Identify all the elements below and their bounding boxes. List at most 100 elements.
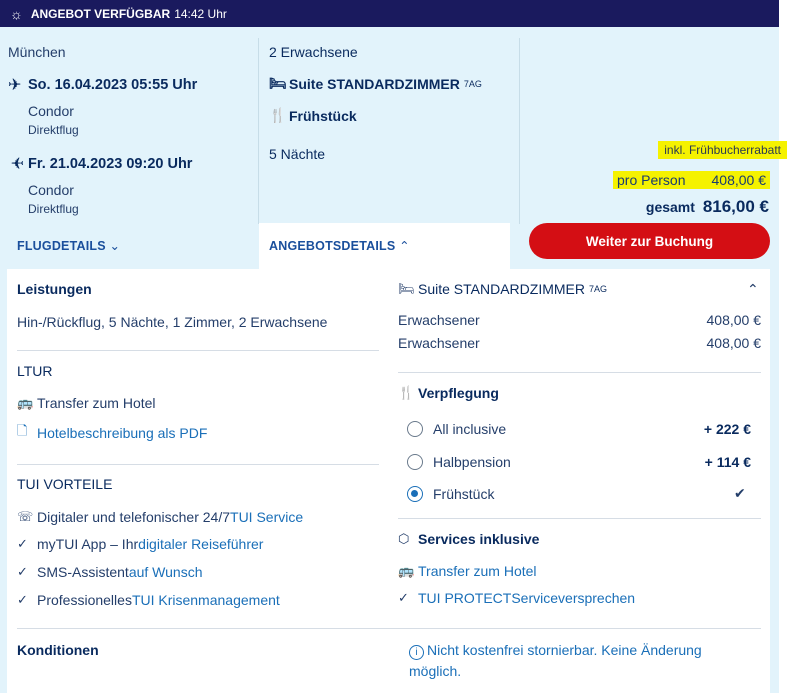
room-row-label: Erwachsener xyxy=(398,335,480,351)
offer-details-link[interactable]: ANGEBOTSDETAILS ⌃ xyxy=(269,238,410,253)
divider xyxy=(17,350,379,351)
benefit-text: SMS-Assistent xyxy=(37,564,129,580)
board-title-label: Verpflegung xyxy=(418,385,499,401)
board-option-label: All inclusive xyxy=(433,421,507,437)
flight-details-label: FLUGDETAILS xyxy=(17,239,106,253)
travellers: 2 Erwachsene xyxy=(269,44,358,60)
benefit-text: Digitaler und telefonischer 24/7 xyxy=(37,509,231,525)
services-summary: Hin-/Rückflug, 5 Nächte, 1 Zimmer, 2 Erw… xyxy=(17,314,328,330)
included-transfer-label: Transfer zum Hotel xyxy=(418,563,537,579)
tui-benefits-title: TUI VORTEILE xyxy=(17,476,113,492)
total-price: gesamt 816,00 € xyxy=(646,197,769,217)
check-icon: ✓ xyxy=(17,592,28,607)
benefit-text: myTUI App – Ihr xyxy=(37,536,139,552)
offer-board: Frühstück xyxy=(289,107,357,124)
offer-available-title: ANGEBOT VERFÜGBAR xyxy=(30,6,171,21)
tui-benefit-item: ✓ Professionelles TUI Krisenmanagement xyxy=(17,592,280,608)
benefit-link[interactable]: TUI Service xyxy=(230,509,303,525)
chevron-down-icon: ⌄ xyxy=(109,239,121,253)
divider xyxy=(398,518,761,519)
early-booking-badge: inkl. Frühbucherrabatt xyxy=(658,141,787,159)
conditions-text-label: Nicht kostenfrei stornierbar. Keine Ände… xyxy=(409,642,702,679)
offer-available-bar: ☼ ANGEBOT VERFÜGBAR 14:42 Uhr xyxy=(0,0,779,27)
outbound-type: Direktflug xyxy=(28,123,79,137)
ltur-transfer: 🚌 Transfer zum Hotel xyxy=(17,395,156,411)
inbound-date: Fr. 21.04.2023 09:20 Uhr xyxy=(28,156,193,172)
inbound-type: Direktflug xyxy=(28,202,79,216)
tui-protect-link[interactable]: TUI PROTECT xyxy=(418,590,511,606)
total-label: gesamt xyxy=(645,199,695,215)
radio-button[interactable] xyxy=(407,454,423,470)
total-value: 816,00 € xyxy=(702,197,769,216)
board-option-all-inclusive[interactable]: All inclusive xyxy=(407,421,506,437)
cutlery-icon: 🍴 xyxy=(269,107,287,123)
divider xyxy=(519,38,520,224)
per-person-label: pro Person xyxy=(617,172,686,188)
benefit-link[interactable]: TUI Krisenmanagement xyxy=(132,592,280,608)
benefit-text: Professionelles xyxy=(37,592,132,608)
info-icon: i xyxy=(409,645,424,660)
offer-details-label: ANGEBOTSDETAILS xyxy=(269,239,396,253)
offer-panel: München ✈ So. 16.04.2023 05:55 Uhr Condo… xyxy=(0,27,787,693)
bus-icon: 🚌 xyxy=(398,563,415,578)
price-per-person: pro Person 408,00 € xyxy=(613,171,770,189)
divider xyxy=(398,372,761,373)
board-option-price: + 222 € xyxy=(703,421,751,437)
board-option-half-board[interactable]: Halbpension xyxy=(407,454,511,470)
inbound-airline: Condor xyxy=(28,182,74,198)
flight-summary: München ✈ So. 16.04.2023 05:55 Uhr Condo… xyxy=(8,44,248,216)
offer-summary: 2 Erwachsene 🛏 Suite STANDARDZIMMER 7AG … xyxy=(269,44,514,162)
included-transfer-link[interactable]: 🚌 Transfer zum Hotel xyxy=(398,563,537,579)
tui-protect: ✓ TUI PROTECT Serviceversprechen xyxy=(398,590,635,606)
board-option-label: Frühstück xyxy=(433,486,495,502)
benefit-link[interactable]: auf Wunsch xyxy=(129,564,203,580)
continue-booking-button[interactable]: Weiter zur Buchung xyxy=(529,223,770,259)
origin-city: München xyxy=(8,44,66,60)
check-icon: ✓ xyxy=(17,564,28,579)
plane-inbound-icon: ✈ xyxy=(10,156,24,173)
hotel-pdf-label: Hotelbeschreibung als PDF xyxy=(37,425,208,441)
bed-icon: 🛏 xyxy=(269,75,287,91)
conditions-title: Konditionen xyxy=(17,642,99,658)
room-row-price: 408,00 € xyxy=(706,335,762,351)
plane-outbound-icon: ✈ xyxy=(8,77,22,94)
per-person-value: 408,00 € xyxy=(711,172,767,188)
conditions-text: i Nicht kostenfrei stornierbar. Keine Änd… xyxy=(409,640,739,682)
check-icon: ✓ xyxy=(398,590,409,605)
room-row-price: 408,00 € xyxy=(706,312,762,328)
services-title: Leistungen xyxy=(17,281,92,297)
tui-benefit-item: ☏ Digitaler und telefonischer 24/7 TUI S… xyxy=(17,509,303,525)
radio-button-selected[interactable] xyxy=(407,486,423,502)
flight-details-link[interactable]: FLUGDETAILS ⌄ xyxy=(17,238,120,253)
offer-room-code: 7AG xyxy=(463,78,482,89)
radio-button[interactable] xyxy=(407,421,423,437)
check-circle-icon: ✔︎ xyxy=(734,485,746,501)
offer-time: 14:42 Uhr xyxy=(174,6,227,21)
tui-benefit-item: ✓ SMS-Assistent auf Wunsch xyxy=(17,564,202,580)
package-icon: ⬡ xyxy=(398,531,410,546)
chevron-up-icon[interactable]: ⌃ xyxy=(747,281,759,298)
room-row-label: Erwachsener xyxy=(398,312,480,328)
room-code: 7AG xyxy=(588,284,607,294)
check-icon: ✓ xyxy=(17,536,28,551)
board-option-breakfast[interactable]: Frühstück xyxy=(407,486,494,502)
room-header[interactable]: 🛏 Suite STANDARDZIMMER 7AG xyxy=(398,281,607,297)
tui-benefit-item: ✓ myTUI App – Ihr digitaler Reiseführer xyxy=(17,536,263,552)
divider xyxy=(17,628,761,629)
included-services-title: ⬡ Services inklusive xyxy=(398,531,539,547)
cutlery-icon: 🍴 xyxy=(398,385,415,400)
bus-icon: 🚌 xyxy=(17,395,34,410)
chevron-up-icon: ⌃ xyxy=(399,239,410,253)
benefit-link[interactable]: digitaler Reiseführer xyxy=(138,536,263,552)
bed-icon: 🛏 xyxy=(398,281,415,296)
offer-nights: 5 Nächte xyxy=(269,146,326,162)
tui-protect-text: Serviceversprechen xyxy=(511,590,636,606)
divider xyxy=(258,38,259,224)
document-icon: 🗋 xyxy=(17,423,28,438)
hotel-pdf-link[interactable]: 🗋 Hotelbeschreibung als PDF xyxy=(17,422,207,444)
outbound-date: So. 16.04.2023 05:55 Uhr xyxy=(28,77,198,93)
offer-room: Suite STANDARDZIMMER xyxy=(289,75,460,92)
phone-icon: ☏ xyxy=(17,509,34,524)
board-option-label: Halbpension xyxy=(433,454,511,470)
offer-details-content: Leistungen Hin-/Rückflug, 5 Nächte, 1 Zi… xyxy=(7,269,770,693)
